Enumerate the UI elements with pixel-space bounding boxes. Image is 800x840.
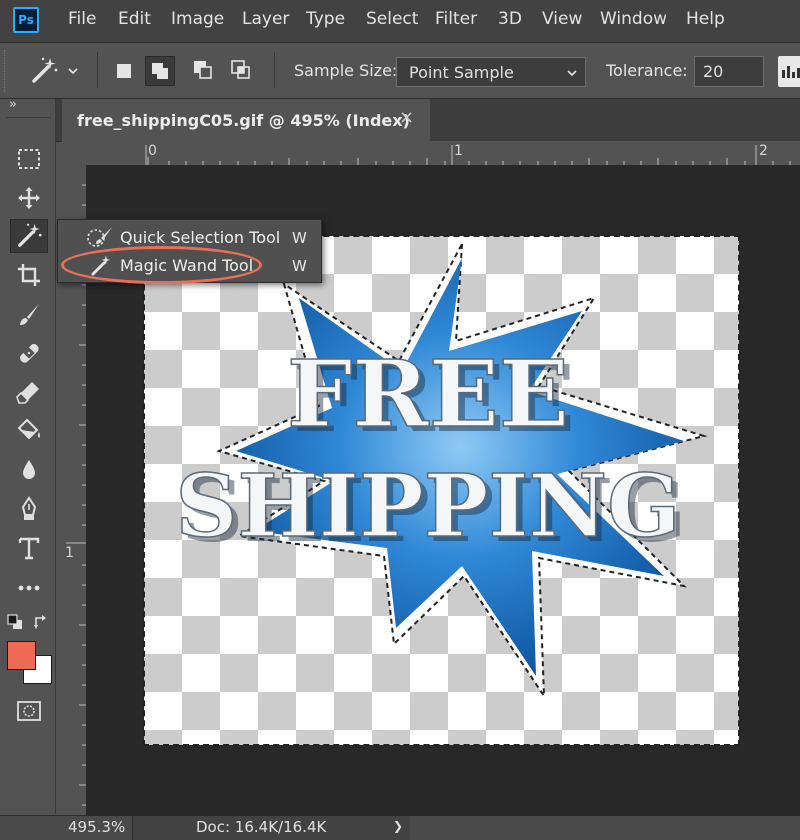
horizontal-ruler: 0 1 2 <box>62 141 800 166</box>
shipping-text: SHIPPING <box>175 456 680 557</box>
ruler-ticks <box>145 145 791 165</box>
photoshop-logo[interactable]: Ps <box>13 7 39 33</box>
add-to-selection-button[interactable] <box>145 56 175 86</box>
marquee-tool[interactable] <box>10 142 48 176</box>
ruler-label-2: 2 <box>759 143 768 159</box>
magic-wand-icon <box>91 255 111 276</box>
separator <box>97 52 98 88</box>
healing-brush-tool[interactable] <box>10 336 48 370</box>
brush-tool[interactable] <box>10 298 48 332</box>
close-icon[interactable]: × <box>399 107 414 128</box>
subtract-from-selection-button[interactable] <box>189 56 219 86</box>
swap-colors-button[interactable] <box>33 614 49 630</box>
default-colors-icon <box>7 614 22 629</box>
menu-help[interactable]: Help <box>686 9 725 29</box>
pen-icon <box>21 496 37 520</box>
bandage-icon <box>20 344 39 363</box>
options-grip[interactable] <box>4 50 17 92</box>
menu-image[interactable]: Image <box>171 9 224 29</box>
doc-info-area[interactable]: Doc: 16.4K/16.4K ❯ <box>133 816 410 840</box>
add-selection-icon <box>152 63 168 79</box>
sample-all-layers-toggle[interactable] <box>778 56 800 87</box>
new-selection-button[interactable] <box>109 56 139 86</box>
ruler-label-0: 0 <box>148 143 157 159</box>
type-tool[interactable] <box>10 531 48 565</box>
chevron-right-icon[interactable]: ❯ <box>393 819 403 833</box>
ruler-label-1: 1 <box>454 143 463 159</box>
menu-file[interactable]: File <box>68 9 96 29</box>
paint-bucket-tool[interactable] <box>10 413 48 447</box>
swap-arrows-icon <box>34 615 46 629</box>
separator <box>274 52 275 88</box>
selection-tools-flyout: Quick Selection Tool W Magic Wand Tool W <box>57 219 322 283</box>
menu-view[interactable]: View <box>542 9 582 29</box>
sample-size-label: Sample Size: <box>294 61 398 80</box>
sample-size-value: Point Sample <box>409 63 514 82</box>
eraser-tool[interactable] <box>10 375 48 409</box>
chevron-down-icon <box>567 70 577 77</box>
intersect-selection-icon <box>231 60 250 79</box>
tolerance-input[interactable]: 20 <box>694 56 764 87</box>
subtract-selection-icon <box>194 61 212 79</box>
free-text: FREE <box>287 340 569 448</box>
document-canvas[interactable]: FREE FREE SHIPPING SHIPPING <box>143 235 740 746</box>
more-tools[interactable] <box>10 571 48 605</box>
type-icon <box>18 537 40 560</box>
flyout-item-shortcut: W <box>292 229 307 247</box>
eraser-icon <box>16 382 39 404</box>
doc-size: Doc: 16.4K/16.4K <box>196 818 327 836</box>
intersect-selection-button[interactable] <box>227 56 257 86</box>
paint-bucket-icon <box>17 418 40 440</box>
menu-bar: Ps File Edit Image Layer Type Select Fil… <box>0 0 800 43</box>
default-colors-button[interactable] <box>7 614 23 630</box>
document-tab[interactable]: free_shippingC05.gif @ 495% (Index) × <box>62 99 430 141</box>
crop-tool[interactable] <box>10 258 48 292</box>
ruler-label-left-1: 1 <box>65 545 74 561</box>
document-tab-title: free_shippingC05.gif @ 495% (Index) <box>77 111 410 130</box>
move-tool[interactable] <box>10 181 48 215</box>
flyout-item-label: Magic Wand Tool <box>120 256 254 275</box>
blur-tool[interactable] <box>10 453 48 487</box>
foreground-color-swatch[interactable] <box>7 641 36 670</box>
tool-preset-picker[interactable] <box>28 53 86 89</box>
toolbar-collapse-icon[interactable]: » <box>9 97 17 112</box>
pen-tool[interactable] <box>10 492 48 526</box>
square-icon <box>117 64 131 78</box>
water-drop-icon <box>23 460 35 479</box>
menu-edit[interactable]: Edit <box>118 9 151 29</box>
zoom-level[interactable]: 495.3% <box>68 818 125 836</box>
menu-select[interactable]: Select <box>366 9 418 29</box>
ellipsis-icon <box>18 585 40 591</box>
menu-type[interactable]: Type <box>306 9 345 29</box>
chevron-down-icon <box>68 68 78 75</box>
tolerance-label: Tolerance: <box>606 61 688 80</box>
flyout-item-label: Quick Selection Tool <box>120 228 281 247</box>
status-bar: 495.3% Doc: 16.4K/16.4K ❯ <box>0 815 800 840</box>
crop-icon <box>18 264 40 286</box>
toolbar-divider <box>6 117 50 118</box>
menu-window[interactable]: Window <box>600 9 667 29</box>
move-icon <box>18 187 40 209</box>
free-shipping-artwork: FREE FREE SHIPPING SHIPPING <box>175 243 708 700</box>
magic-wand-tool[interactable] <box>10 219 48 253</box>
sample-size-select[interactable]: Point Sample <box>396 57 586 87</box>
tolerance-value: 20 <box>703 62 724 81</box>
quick-mask-icon <box>17 701 41 721</box>
flyout-item-magic-wand[interactable]: Magic Wand Tool W <box>58 251 321 280</box>
rectangular-marquee-icon <box>18 149 40 169</box>
menu-3d[interactable]: 3D <box>498 9 522 29</box>
menu-filter[interactable]: Filter <box>435 9 477 29</box>
histogram-icon <box>782 66 800 78</box>
magic-wand-icon <box>32 57 58 83</box>
brush-icon <box>20 304 39 325</box>
quick-selection-icon <box>87 227 112 247</box>
flyout-item-shortcut: W <box>292 257 307 275</box>
magic-wand-icon <box>17 223 42 248</box>
menu-layer[interactable]: Layer <box>242 9 289 29</box>
quick-mask-button[interactable] <box>10 694 48 728</box>
flyout-item-quick-selection[interactable]: Quick Selection Tool W <box>58 222 321 251</box>
